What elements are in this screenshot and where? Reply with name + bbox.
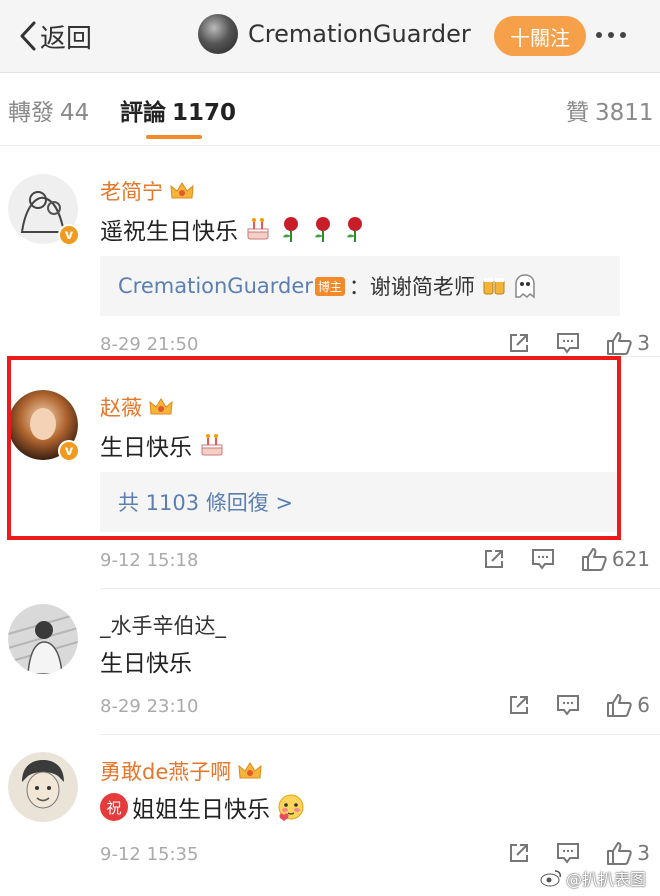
thumbs-up-icon [581, 548, 607, 571]
comment-actions: 6 [483, 692, 650, 718]
tab-reposts[interactable]: 轉發 44 [8, 93, 89, 127]
blessing-badge: 祝 [100, 793, 128, 821]
comment-body: 遥祝生日快乐 [100, 219, 238, 245]
like-count: 3 [637, 331, 650, 355]
crown-icon [238, 762, 262, 779]
tab-comments[interactable]: 評論 1170 [120, 93, 236, 127]
tab-bar: 轉發 44 評論 1170 贊 3811 [0, 73, 660, 146]
comment-icon [557, 695, 580, 716]
comment-time: 9-12 15:35 [100, 844, 199, 865]
rose-emoji-icon [315, 217, 330, 242]
cake-emoji-icon [247, 218, 269, 240]
follow-button[interactable]: 十關注 [494, 16, 586, 56]
cheers-emoji-icon [483, 278, 505, 295]
rose-emoji-icon [283, 217, 298, 242]
comment-actions: 3 [483, 840, 650, 866]
reply-preview[interactable]: CremationGuarder 博主 ：谢谢简老师 [100, 256, 620, 316]
comment-text: 祝 姐姐生日快乐 [100, 790, 306, 824]
comment-author[interactable]: 老简宁 [100, 176, 195, 206]
rose-emoji-icon [347, 217, 362, 242]
blush-emoji-icon [278, 794, 304, 821]
like-button[interactable]: 6 [605, 692, 650, 718]
tab-count: 3811 [595, 100, 654, 126]
like-button[interactable]: 621 [580, 546, 650, 572]
watermark: @扒扒表图 [540, 866, 646, 890]
like-button[interactable]: 3 [605, 840, 650, 866]
thumbs-up-icon [607, 332, 632, 355]
profile-username[interactable]: CremationGuarder [248, 20, 471, 48]
top-nav-bar: 返回 CremationGuarder 十關注 [0, 0, 660, 73]
tab-likes[interactable]: 贊 3811 [566, 93, 654, 127]
reply-button[interactable] [555, 693, 581, 717]
comment-body: 姐姐生日快乐 [132, 797, 270, 823]
tab-count: 1170 [172, 100, 237, 126]
share-icon [484, 550, 503, 568]
comment-time: 8-29 23:10 [100, 696, 199, 717]
divider [100, 588, 660, 589]
like-count: 621 [611, 547, 650, 571]
comment-author[interactable]: 勇敢de燕子啊 [100, 756, 263, 786]
comment-text: 遥祝生日快乐 [100, 212, 368, 246]
author-name[interactable]: _水手辛伯达_ [100, 610, 226, 640]
avatar[interactable] [198, 14, 238, 54]
tab-count: 44 [60, 100, 90, 126]
reply-button[interactable] [530, 547, 556, 571]
like-count: 3 [637, 841, 650, 865]
weibo-logo-icon [540, 870, 561, 887]
share-button[interactable] [507, 693, 531, 717]
comment-text: 生日快乐 [100, 644, 192, 678]
verified-badge-icon: v [58, 224, 80, 246]
tab-label: 贊 [566, 100, 589, 126]
comment-icon [531, 549, 554, 570]
reply-button[interactable] [555, 841, 581, 865]
comment-time: 9-12 15:18 [100, 550, 199, 571]
comment-body: 生日快乐 [100, 651, 192, 677]
back-button[interactable]: 返回 [18, 16, 92, 56]
thumbs-up-icon [607, 842, 632, 865]
blogger-badge: 博主 [314, 276, 345, 296]
avatar[interactable] [7, 604, 79, 675]
like-button[interactable]: 3 [605, 330, 650, 356]
chevron-left-icon [20, 21, 36, 51]
ghost-emoji-icon [515, 274, 535, 299]
tab-label: 轉發 [8, 100, 54, 126]
share-icon [510, 696, 529, 714]
crown-icon [170, 182, 194, 199]
author-name[interactable]: 老简宁 [100, 176, 163, 206]
comment-author[interactable]: _水手辛伯达_ [100, 610, 226, 640]
watermark-text: @扒扒表图 [566, 870, 647, 889]
reply-author[interactable]: CremationGuarder [118, 274, 313, 298]
share-button[interactable] [507, 331, 531, 355]
thumbs-up-icon [607, 694, 632, 717]
avatar[interactable] [8, 752, 78, 822]
author-name[interactable]: 勇敢de燕子啊 [100, 756, 231, 786]
active-tab-indicator [146, 135, 202, 139]
tab-label: 評論 [120, 100, 166, 126]
comment-icon [557, 843, 580, 864]
comment-actions: 3 [483, 330, 650, 356]
divider [100, 734, 660, 735]
avatar[interactable]: v [8, 174, 80, 246]
reply-button[interactable] [555, 331, 581, 355]
comment-time: 8-29 21:50 [100, 334, 199, 355]
profile-header[interactable]: CremationGuarder [198, 14, 471, 54]
comment-actions: 621 [458, 546, 650, 572]
like-count: 6 [637, 693, 650, 717]
comment-icon [557, 333, 580, 354]
highlight-frame [7, 356, 621, 540]
more-options-icon[interactable] [596, 32, 626, 38]
back-label: 返回 [40, 23, 93, 54]
reply-text: ：谢谢简老师 [348, 275, 475, 299]
share-button[interactable] [482, 547, 506, 571]
share-button[interactable] [507, 841, 531, 865]
share-icon [510, 844, 529, 862]
share-icon [510, 334, 529, 352]
